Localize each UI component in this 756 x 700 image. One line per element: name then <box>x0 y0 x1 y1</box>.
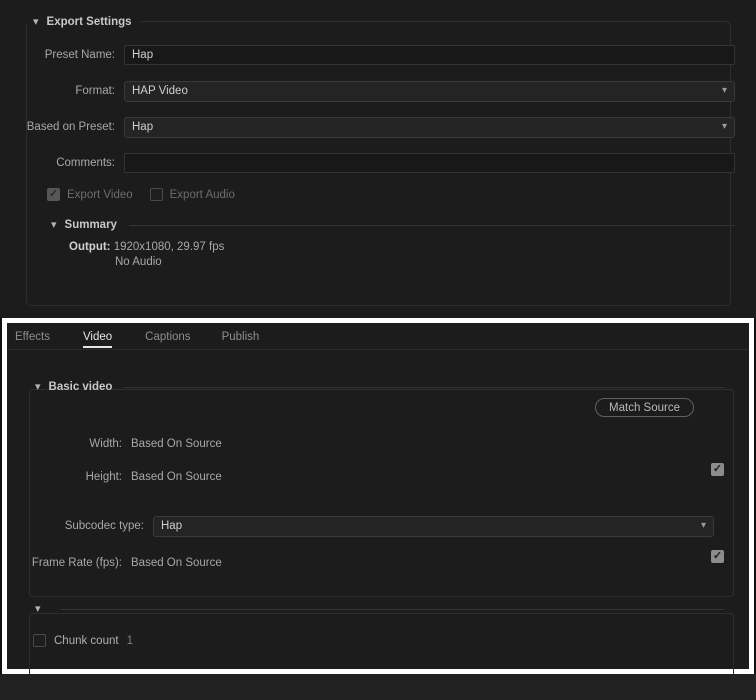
chevron-down-icon[interactable]: ▾ <box>33 16 39 28</box>
summary-output: Output: 1920x1080, 29.97 fps No Audio <box>69 240 224 270</box>
chevron-down-icon: ▾ <box>700 520 706 531</box>
extra-section-header[interactable]: ▾ <box>7 604 749 615</box>
chevron-down-icon[interactable]: ▾ <box>35 604 41 615</box>
height-match-source-checkbox[interactable]: ✓ <box>711 463 724 476</box>
comments-control <box>124 153 735 173</box>
preset-name-input[interactable]: Hap <box>124 45 735 65</box>
preset-name-control: Hap <box>124 45 735 65</box>
export-settings-title: Export Settings <box>46 16 132 28</box>
video-settings-highlight-frame: Effects Video Captions Publish ▾ Basic v… <box>2 318 754 679</box>
chunk-count-label: Chunk count <box>54 634 119 647</box>
frame-rate-label: Frame Rate (fps): <box>31 557 122 569</box>
export-video-label: Export Video <box>67 188 133 201</box>
height-value[interactable]: Based On Source <box>131 471 222 483</box>
basic-video-section-header[interactable]: ▾ Basic video <box>7 381 749 393</box>
based-on-preset-value: Hap <box>132 121 154 133</box>
field-preset-name: Preset Name: Hap <box>0 44 756 66</box>
match-source-button[interactable]: Match Source <box>595 398 694 417</box>
format-dropdown[interactable]: HAP Video ▾ <box>124 80 735 102</box>
field-format: Format: HAP Video ▾ <box>0 80 756 102</box>
export-settings-panel: ▾ Export Settings Preset Name: Hap Forma… <box>0 0 756 318</box>
row-frame-rate: Frame Rate (fps): Based On Source <box>7 554 749 572</box>
video-tab-content: ▾ Basic video Match Source Width: Based … <box>7 350 749 679</box>
field-based-on-preset: Based on Preset: Hap ▾ <box>0 116 756 138</box>
section-divider <box>124 386 724 388</box>
summary-output-value: 1920x1080, 29.97 fps <box>113 241 225 253</box>
chunk-count-row: ✓ Chunk count 1 <box>33 634 133 647</box>
summary-audio-line: No Audio <box>115 256 162 268</box>
export-video-toggle[interactable]: ✓ Export Video <box>47 188 133 201</box>
subcodec-type-label: Subcodec type: <box>64 520 144 532</box>
format-label: Format: <box>75 85 115 97</box>
format-value: HAP Video <box>132 85 188 97</box>
export-audio-toggle[interactable]: ✓ Export Audio <box>149 188 235 201</box>
chevron-down-icon[interactable]: ▾ <box>35 381 41 393</box>
field-comments: Comments: <box>0 152 756 174</box>
checkbox-checked-icon[interactable]: ✓ <box>47 188 60 201</box>
frame-rate-match-source-checkbox[interactable]: ✓ <box>711 550 724 563</box>
based-on-preset-control: Hap ▾ <box>124 116 735 138</box>
row-width: Width: Based On Source <box>7 435 749 453</box>
tab-publish-label: Publish <box>221 330 260 343</box>
bottom-strip <box>0 674 756 700</box>
checkbox-unchecked-icon[interactable]: ✓ <box>149 188 163 201</box>
row-subcodec-type: Subcodec type: Hap ▾ <box>7 515 749 537</box>
chevron-down-icon: ▾ <box>721 85 727 96</box>
basic-video-title: Basic video <box>48 381 113 393</box>
height-label: Height: <box>85 471 122 483</box>
width-value[interactable]: Based On Source <box>131 438 222 450</box>
subcodec-type-value: Hap <box>161 520 183 532</box>
checkbox-unchecked-icon[interactable]: ✓ <box>33 634 46 647</box>
summary-output-key: Output: <box>69 241 111 253</box>
export-audio-label: Export Audio <box>169 188 235 201</box>
based-on-preset-dropdown[interactable]: Hap ▾ <box>124 116 735 138</box>
row-height: Height: Based On Source <box>7 468 749 486</box>
section-divider <box>128 224 735 226</box>
summary-title: Summary <box>64 219 117 231</box>
preset-name-value: Hap <box>132 49 154 61</box>
settings-tabbar: Effects Video Captions Publish <box>7 323 749 350</box>
subcodec-type-dropdown[interactable]: Hap ▾ <box>153 515 714 537</box>
frame-rate-value[interactable]: Based On Source <box>131 557 222 569</box>
summary-section-header[interactable]: ▾ Summary <box>0 219 756 231</box>
section-divider <box>60 609 724 610</box>
tab-captions-label: Captions <box>145 330 191 343</box>
tab-effects[interactable]: Effects <box>15 323 50 350</box>
export-media-toggles: ✓ Export Video ✓ Export Audio <box>47 188 235 201</box>
chevron-down-icon[interactable]: ▾ <box>51 219 57 231</box>
chunk-count-value[interactable]: 1 <box>127 635 133 647</box>
chevron-down-icon: ▾ <box>721 121 727 132</box>
subcodec-type-control: Hap ▾ <box>153 515 714 537</box>
tab-effects-label: Effects <box>15 330 50 343</box>
preset-name-label: Preset Name: <box>44 49 115 61</box>
tab-captions[interactable]: Captions <box>145 323 190 350</box>
comments-label: Comments: <box>56 157 115 169</box>
tab-video[interactable]: Video <box>82 323 113 350</box>
export-settings-header[interactable]: ▾ Export Settings <box>27 13 141 31</box>
tab-publish[interactable]: Publish <box>222 323 260 350</box>
width-label: Width: <box>89 438 122 450</box>
extra-section-groupbox <box>29 613 734 679</box>
tab-video-label: Video <box>82 330 113 343</box>
based-on-preset-label: Based on Preset: <box>26 121 115 133</box>
format-control: HAP Video ▾ <box>124 80 735 102</box>
comments-input[interactable] <box>124 153 735 173</box>
